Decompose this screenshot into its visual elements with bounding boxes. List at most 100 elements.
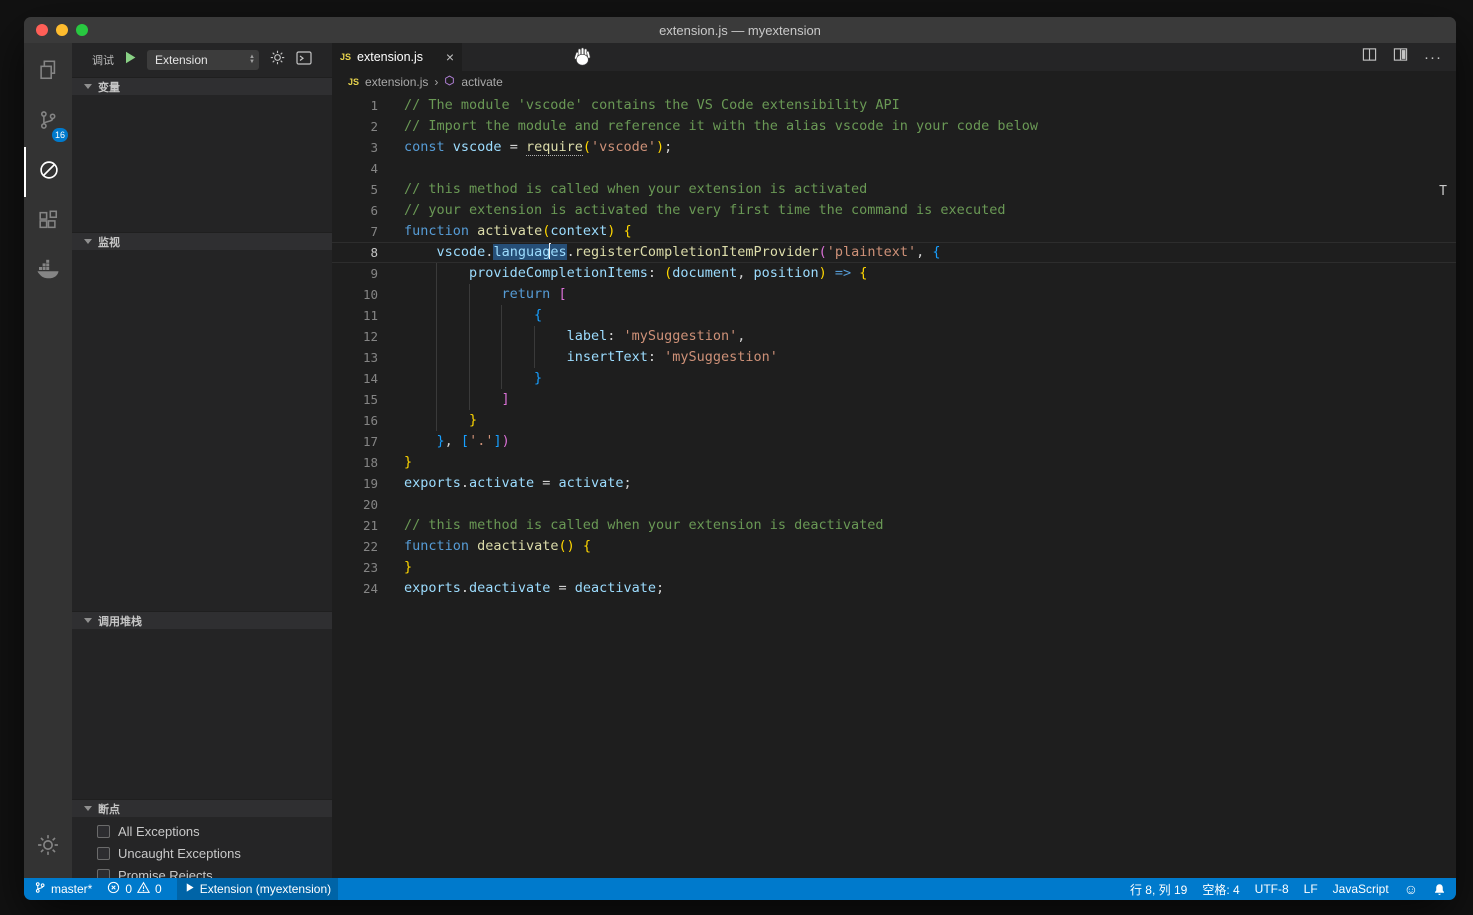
select-stepper-icon: ▲▼ xyxy=(249,55,255,65)
debug-config-select[interactable]: Extension ▲▼ xyxy=(147,50,259,70)
callstack-panel[interactable] xyxy=(72,629,332,799)
line-number[interactable]: 16 xyxy=(332,410,378,431)
line-number[interactable]: 6 xyxy=(332,200,378,221)
debug-settings-gear-icon[interactable] xyxy=(270,50,285,70)
activitybar-debug[interactable] xyxy=(24,147,72,197)
line-number[interactable]: 3 xyxy=(332,137,378,158)
debug-launch-item[interactable]: Extension (myextension) xyxy=(177,878,338,900)
section-header-callstack[interactable]: 调用堆栈 xyxy=(72,611,332,629)
code-line-text: } xyxy=(378,368,542,389)
minimize-window-button[interactable] xyxy=(56,24,68,36)
code-line[interactable]: 16 } xyxy=(332,410,1456,431)
code-line[interactable]: 9 provideCompletionItems: (document, pos… xyxy=(332,263,1456,284)
activitybar-extensions[interactable] xyxy=(24,197,72,247)
line-number[interactable]: 8 xyxy=(332,242,378,263)
line-number[interactable]: 20 xyxy=(332,494,378,515)
activitybar-source-control[interactable]: 16 xyxy=(24,97,72,147)
line-number[interactable]: 22 xyxy=(332,536,378,557)
line-number[interactable]: 17 xyxy=(332,431,378,452)
checkbox[interactable] xyxy=(97,847,110,860)
breadcrumb-symbol[interactable]: activate xyxy=(461,75,502,89)
code-line[interactable]: 21// this method is called when your ext… xyxy=(332,515,1456,536)
code-line[interactable]: 13 insertText: 'mySuggestion' xyxy=(332,347,1456,368)
checkbox[interactable] xyxy=(97,869,110,879)
code-line[interactable]: 2// Import the module and reference it w… xyxy=(332,116,1456,137)
more-actions-icon[interactable]: ··· xyxy=(1424,49,1442,66)
code-line[interactable]: 22function deactivate() { xyxy=(332,536,1456,557)
code-line[interactable]: 24exports.deactivate = deactivate; xyxy=(332,578,1456,599)
language-mode-item[interactable]: JavaScript xyxy=(1333,878,1389,900)
line-number[interactable]: 19 xyxy=(332,473,378,494)
code-line[interactable]: 19exports.activate = activate; xyxy=(332,473,1456,494)
cursor-position-item[interactable]: 行 8, 列 19 xyxy=(1130,878,1187,900)
debug-start-button[interactable] xyxy=(125,51,136,69)
line-number[interactable]: 5 xyxy=(332,179,378,200)
line-number[interactable]: 9 xyxy=(332,263,378,284)
line-number[interactable]: 7 xyxy=(332,221,378,242)
notifications-bell-icon[interactable] xyxy=(1433,878,1446,900)
variables-panel[interactable] xyxy=(72,95,332,232)
checkbox[interactable] xyxy=(97,825,110,838)
section-header-breakpoints[interactable]: 断点 xyxy=(72,799,332,817)
branch-name: master* xyxy=(51,882,92,896)
debug-console-icon[interactable] xyxy=(296,51,312,70)
twisty-icon xyxy=(84,84,92,89)
code-line[interactable]: 7function activate(context) { xyxy=(332,221,1456,242)
code-line[interactable]: 4 xyxy=(332,158,1456,179)
code-line[interactable]: 14 } xyxy=(332,368,1456,389)
line-number[interactable]: 11 xyxy=(332,305,378,326)
section-header-watch[interactable]: 监视 xyxy=(72,232,332,250)
code-line[interactable]: 23} xyxy=(332,557,1456,578)
line-number[interactable]: 12 xyxy=(332,326,378,347)
line-number[interactable]: 24 xyxy=(332,578,378,599)
code-line[interactable]: 1// The module 'vscode' contains the VS … xyxy=(332,95,1456,116)
code-line[interactable]: 17 }, ['.']) xyxy=(332,431,1456,452)
section-header-variables[interactable]: 变量 xyxy=(72,77,332,95)
split-editor-icon[interactable] xyxy=(1362,47,1377,67)
activitybar-docker[interactable] xyxy=(24,247,72,297)
code-line-text: // your extension is activated the very … xyxy=(378,200,1005,221)
code-line-text xyxy=(378,494,404,515)
breadcrumb-file[interactable]: extension.js xyxy=(365,75,428,89)
zoom-window-button[interactable] xyxy=(76,24,88,36)
problems-item[interactable]: 0 0 xyxy=(107,878,161,900)
line-number[interactable]: 15 xyxy=(332,389,378,410)
line-number[interactable]: 14 xyxy=(332,368,378,389)
twisty-icon xyxy=(84,806,92,811)
code-line[interactable]: 20 xyxy=(332,494,1456,515)
tab-extension-js[interactable]: JS extension.js × xyxy=(332,43,462,71)
indentation-item[interactable]: 空格: 4 xyxy=(1202,878,1239,900)
close-window-button[interactable] xyxy=(36,24,48,36)
code-line[interactable]: 5// this method is called when your exte… xyxy=(332,179,1456,200)
line-number[interactable]: 4 xyxy=(332,158,378,179)
code-line[interactable]: 11 { xyxy=(332,305,1456,326)
code-line[interactable]: 6// your extension is activated the very… xyxy=(332,200,1456,221)
warning-count: 0 xyxy=(155,882,162,896)
tab-close-icon[interactable]: × xyxy=(446,49,454,65)
activitybar-explorer[interactable] xyxy=(24,47,72,97)
code-line[interactable]: 18} xyxy=(332,452,1456,473)
line-number[interactable]: 2 xyxy=(332,116,378,137)
eol-item[interactable]: LF xyxy=(1304,878,1318,900)
line-number[interactable]: 1 xyxy=(332,95,378,116)
breakpoint-promise-rejects[interactable]: Promise Rejects xyxy=(72,864,332,878)
line-number[interactable]: 18 xyxy=(332,452,378,473)
git-branch-item[interactable]: master* xyxy=(34,878,92,900)
code-line[interactable]: 3const vscode = require('vscode'); xyxy=(332,137,1456,158)
line-number[interactable]: 13 xyxy=(332,347,378,368)
line-number[interactable]: 21 xyxy=(332,515,378,536)
code-line[interactable]: 15 ] xyxy=(332,389,1456,410)
editor-layout-icon[interactable] xyxy=(1393,47,1408,67)
breakpoint-all-exceptions[interactable]: All Exceptions xyxy=(72,820,332,842)
code-line[interactable]: 10 return [ xyxy=(332,284,1456,305)
breakpoint-uncaught-exceptions[interactable]: Uncaught Exceptions xyxy=(72,842,332,864)
activitybar-settings[interactable] xyxy=(24,822,72,872)
feedback-smiley-icon[interactable]: ☺ xyxy=(1404,878,1418,900)
encoding-item[interactable]: UTF-8 xyxy=(1255,878,1289,900)
code-editor[interactable]: 1// The module 'vscode' contains the VS … xyxy=(332,93,1456,878)
line-number[interactable]: 10 xyxy=(332,284,378,305)
line-number[interactable]: 23 xyxy=(332,557,378,578)
code-line[interactable]: 12 label: 'mySuggestion', xyxy=(332,326,1456,347)
watch-panel[interactable] xyxy=(72,250,332,611)
code-line[interactable]: 8 vscode.languages.registerCompletionIte… xyxy=(332,242,1456,263)
